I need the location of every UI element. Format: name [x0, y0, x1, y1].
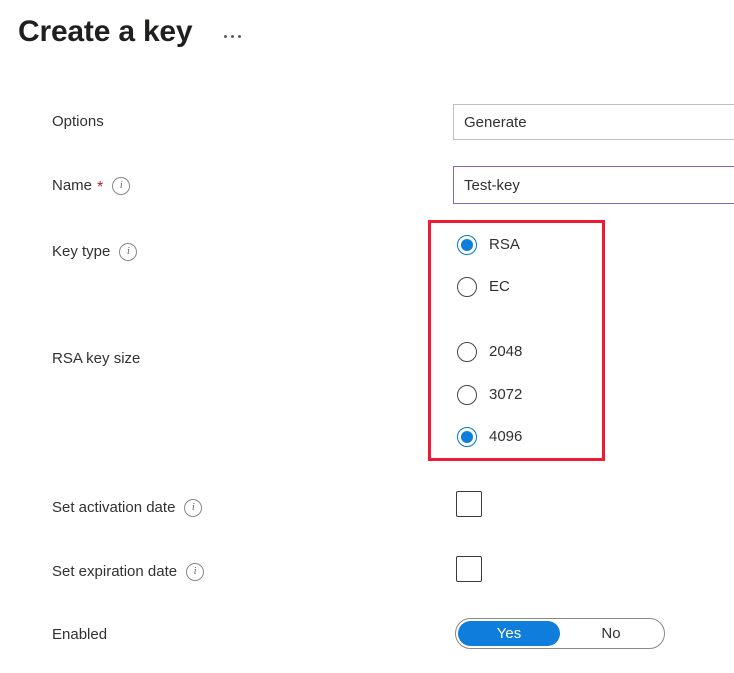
name-input[interactable]: Test-key: [453, 166, 734, 204]
info-icon[interactable]: i: [119, 243, 137, 261]
name-input-value: Test-key: [464, 177, 520, 194]
enabled-toggle[interactable]: Yes No: [455, 618, 665, 649]
required-asterisk: *: [97, 182, 103, 194]
more-options-icon[interactable]: [222, 29, 243, 44]
page-header: Create a key: [18, 12, 243, 52]
radio-rsa-size-2048[interactable]: 2048: [457, 342, 522, 362]
set-expiration-date-label: Set expiration date i: [52, 562, 204, 582]
radio-indicator: [457, 342, 477, 362]
options-label: Options: [52, 112, 104, 132]
set-activation-date-label: Set activation date i: [52, 498, 202, 518]
options-dropdown-value: Generate: [464, 114, 527, 131]
radio-rsa-size-4096[interactable]: 4096: [457, 427, 522, 447]
set-activation-date-checkbox[interactable]: [456, 491, 482, 517]
radio-key-type-rsa[interactable]: RSA: [457, 235, 520, 255]
options-label-text: Options: [52, 112, 104, 132]
info-icon[interactable]: i: [184, 499, 202, 517]
radio-rsa-size-3072[interactable]: 3072: [457, 385, 522, 405]
ellipsis-dot: [224, 35, 227, 38]
key-type-label: Key type i: [52, 242, 137, 262]
rsa-key-size-label: RSA key size: [52, 349, 140, 369]
radio-label: RSA: [489, 235, 520, 255]
radio-label: EC: [489, 277, 510, 297]
enabled-label: Enabled: [52, 625, 107, 645]
enabled-label-text: Enabled: [52, 625, 107, 645]
name-label: Name * i: [52, 176, 130, 196]
info-icon[interactable]: i: [186, 563, 204, 581]
ellipsis-dot: [231, 35, 234, 38]
name-label-text: Name: [52, 176, 92, 196]
radio-key-type-ec[interactable]: EC: [457, 277, 510, 297]
enabled-toggle-no[interactable]: No: [560, 621, 662, 646]
enabled-toggle-yes[interactable]: Yes: [458, 621, 560, 646]
options-dropdown[interactable]: Generate: [453, 104, 734, 140]
set-expiration-date-label-text: Set expiration date: [52, 562, 177, 582]
radio-indicator: [457, 385, 477, 405]
radio-indicator: [457, 427, 477, 447]
radio-label: 4096: [489, 427, 522, 447]
key-type-label-text: Key type: [52, 242, 110, 262]
radio-label: 2048: [489, 342, 522, 362]
radio-indicator: [457, 235, 477, 255]
page-title: Create a key: [18, 12, 192, 52]
ellipsis-dot: [238, 35, 241, 38]
radio-label: 3072: [489, 385, 522, 405]
info-icon[interactable]: i: [112, 177, 130, 195]
radio-indicator: [457, 277, 477, 297]
annotation-highlight-box: [428, 220, 605, 461]
set-expiration-date-checkbox[interactable]: [456, 556, 482, 582]
rsa-key-size-label-text: RSA key size: [52, 349, 140, 369]
set-activation-date-label-text: Set activation date: [52, 498, 175, 518]
